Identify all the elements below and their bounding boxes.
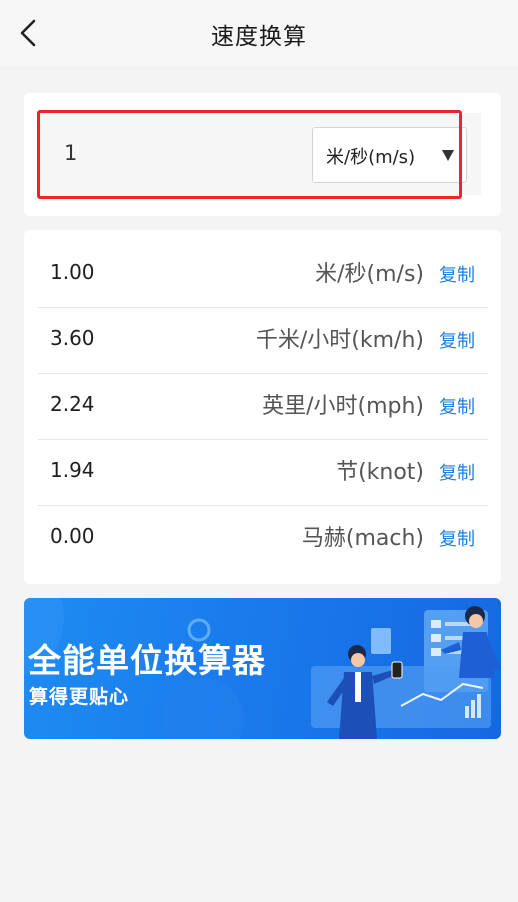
page-title: 速度换算 xyxy=(211,24,307,50)
copy-button[interactable]: 复制 xyxy=(439,525,475,551)
banner-subtitle: 算得更贴心 xyxy=(29,686,130,708)
dropdown-arrow-icon xyxy=(442,150,454,161)
unit-select-label: 米/秒(m/s) xyxy=(326,147,416,168)
result-value: 1.94 xyxy=(50,458,95,482)
result-unit: 英里/小时(mph) xyxy=(262,394,424,419)
result-unit: 马赫(mach) xyxy=(301,526,424,551)
result-row: 2.24 英里/小时(mph) 复制 xyxy=(38,374,488,440)
value-input[interactable] xyxy=(64,135,264,171)
result-row: 0.00 马赫(mach) 复制 xyxy=(38,506,488,572)
input-card: 米/秒(m/s) xyxy=(24,93,501,216)
result-value: 0.00 xyxy=(50,524,95,548)
results-card: 1.00 米/秒(m/s) 复制 3.60 千米/小时(km/h) 复制 2.2… xyxy=(24,230,501,584)
header-bar: 速度换算 xyxy=(0,0,518,66)
banner-title: 全能单位换算器 xyxy=(28,641,266,680)
copy-button[interactable]: 复制 xyxy=(439,261,475,287)
result-value: 3.60 xyxy=(50,326,95,350)
result-unit: 米/秒(m/s) xyxy=(315,262,424,287)
result-unit: 千米/小时(km/h) xyxy=(255,328,424,353)
promo-banner[interactable]: 全能单位换算器 算得更贴心 xyxy=(24,598,501,739)
result-value: 2.24 xyxy=(50,392,95,416)
business-people-illustration xyxy=(311,606,501,739)
result-row: 1.00 米/秒(m/s) 复制 xyxy=(38,242,488,308)
result-row: 3.60 千米/小时(km/h) 复制 xyxy=(38,308,488,374)
result-value: 1.00 xyxy=(50,260,95,284)
copy-button[interactable]: 复制 xyxy=(439,327,475,353)
result-row: 1.94 节(knot) 复制 xyxy=(38,440,488,506)
result-unit: 节(knot) xyxy=(336,460,424,485)
input-area: 米/秒(m/s) xyxy=(38,113,481,195)
copy-button[interactable]: 复制 xyxy=(439,393,475,419)
unit-select[interactable]: 米/秒(m/s) xyxy=(312,127,467,183)
copy-button[interactable]: 复制 xyxy=(439,459,475,485)
